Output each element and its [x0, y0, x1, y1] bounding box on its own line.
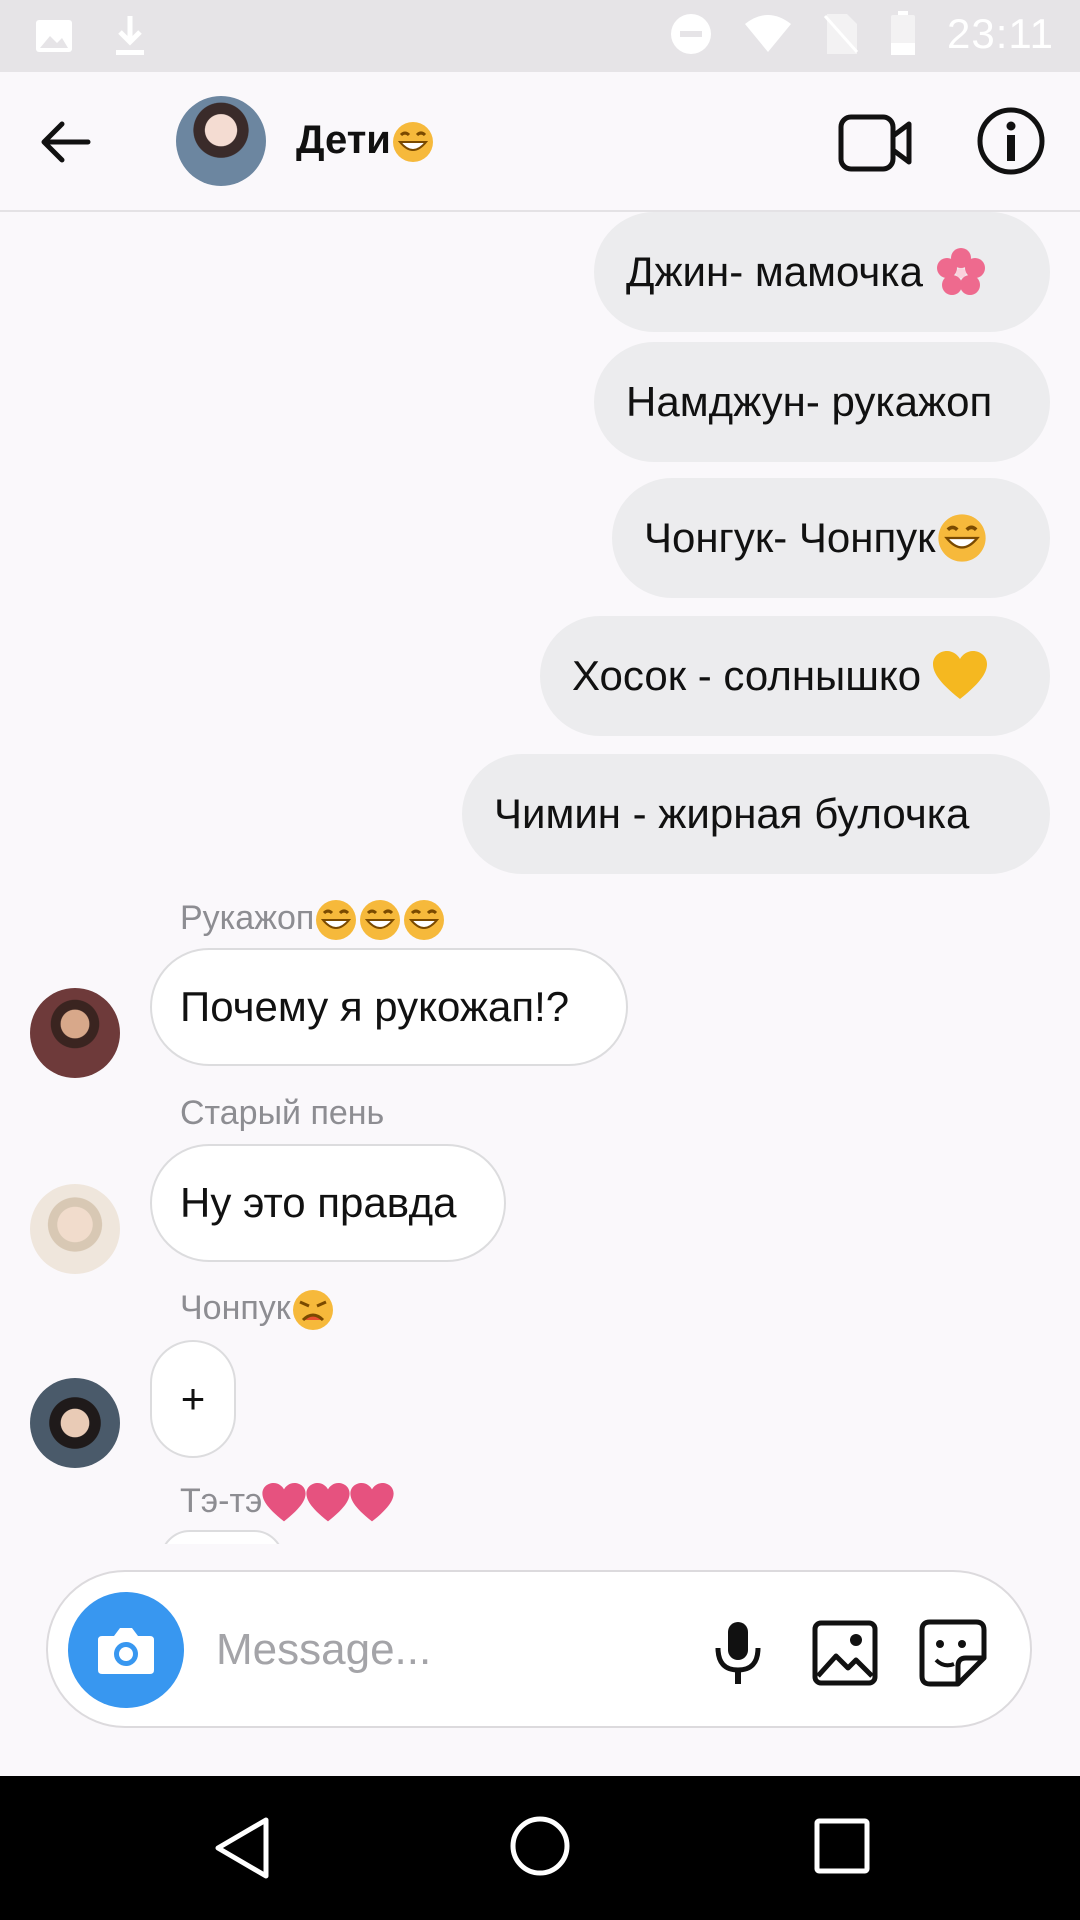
- status-bar: 23:11: [0, 0, 1080, 72]
- outgoing-message[interactable]: Чонгук- Чонпук: [612, 478, 1050, 598]
- outgoing-message[interactable]: Чимин - жирная булочка: [462, 754, 1050, 874]
- user-avatar[interactable]: [30, 988, 120, 1078]
- sticker-icon[interactable]: [918, 1618, 988, 1688]
- sender-name: Тэ-тэ: [180, 1482, 394, 1523]
- message-input[interactable]: [214, 1612, 718, 1688]
- group-avatar[interactable]: [176, 96, 266, 186]
- camera-icon: [98, 1628, 154, 1674]
- do-not-disturb-icon: [671, 14, 711, 54]
- sender-name: Чонпук: [180, 1288, 335, 1332]
- nav-home-icon[interactable]: [508, 1814, 572, 1878]
- system-nav-bar: [0, 1776, 1080, 1920]
- clock: 23:11: [947, 10, 1054, 57]
- incoming-message[interactable]: [160, 1530, 284, 1544]
- wifi-icon: [745, 15, 791, 52]
- no-sim-icon: [823, 14, 859, 54]
- incoming-message[interactable]: Почему я рукожап!?: [150, 948, 628, 1066]
- group-title[interactable]: Дети: [296, 118, 435, 164]
- back-arrow-icon[interactable]: [36, 112, 96, 172]
- chat-header: Дети: [0, 72, 1080, 212]
- nav-back-icon[interactable]: [210, 1816, 274, 1880]
- outgoing-message[interactable]: Хосок - солнышко: [540, 616, 1050, 736]
- battery-icon: [891, 11, 915, 55]
- pink-heart-emoji-icon: [262, 1482, 394, 1522]
- message-thread[interactable]: Джин- мамочка Намджун- рукажоп Чонгук- Ч…: [0, 212, 1080, 1544]
- grinning-face-emoji-icon: [937, 514, 986, 562]
- outgoing-message[interactable]: Джин- мамочка: [594, 212, 1050, 332]
- cherry-blossom-emoji-icon: [936, 248, 985, 295]
- incoming-message[interactable]: +: [150, 1340, 236, 1458]
- download-notification-icon: [116, 16, 144, 55]
- sender-name: Рукажоп: [180, 898, 446, 942]
- outgoing-message[interactable]: Намджун- рукажоп: [594, 342, 1050, 462]
- camera-button[interactable]: [68, 1592, 184, 1708]
- crying-face-emoji-icon: [292, 1290, 333, 1330]
- user-avatar[interactable]: [30, 1184, 120, 1274]
- incoming-message[interactable]: Ну это правда: [150, 1144, 506, 1262]
- user-avatar[interactable]: [30, 1378, 120, 1468]
- video-call-icon[interactable]: [838, 114, 912, 172]
- grinning-face-emoji-icon: [392, 122, 433, 163]
- microphone-icon[interactable]: [708, 1620, 768, 1686]
- gallery-notification-icon: [36, 20, 72, 52]
- sender-name: Старый пень: [180, 1094, 385, 1132]
- info-icon[interactable]: [976, 106, 1046, 176]
- nav-recents-icon[interactable]: [812, 1816, 872, 1876]
- grinning-face-emoji-icon: [314, 899, 446, 940]
- yellow-heart-emoji-icon: [932, 651, 987, 699]
- gallery-icon[interactable]: [812, 1620, 878, 1686]
- message-composer: [46, 1570, 1032, 1728]
